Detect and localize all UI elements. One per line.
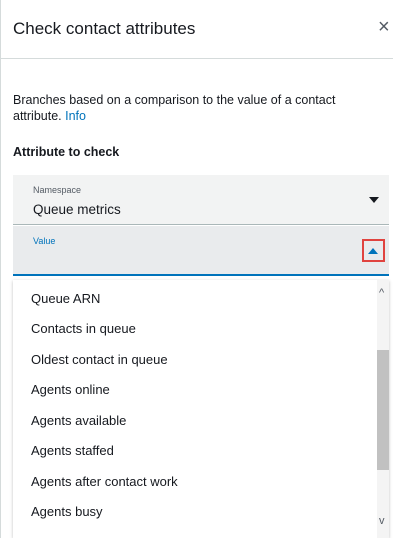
- panel-header: Check contact attributes ×: [1, 0, 393, 59]
- option-agents-available[interactable]: Agents available: [31, 413, 126, 428]
- scroll-down-icon[interactable]: v: [379, 516, 385, 527]
- chevron-up-icon: [368, 248, 378, 254]
- options-scrollbar[interactable]: ^ v: [377, 280, 389, 538]
- scroll-up-icon[interactable]: ^: [379, 288, 384, 299]
- panel-description: Branches based on a comparison to the va…: [13, 92, 385, 124]
- scrollbar-thumb[interactable]: [377, 350, 389, 470]
- namespace-value: Queue metrics: [33, 202, 121, 217]
- namespace-label: Namespace: [33, 185, 82, 195]
- value-options-list: Queue ARN Contacts in queue Oldest conta…: [13, 280, 389, 538]
- chevron-down-icon[interactable]: [369, 197, 379, 203]
- option-oldest-contact-in-queue[interactable]: Oldest contact in queue: [31, 352, 168, 367]
- panel-title: Check contact attributes: [13, 19, 196, 38]
- attribute-to-check-label: Attribute to check: [13, 145, 120, 159]
- option-agents-busy[interactable]: Agents busy: [31, 504, 103, 519]
- option-agents-online[interactable]: Agents online: [31, 382, 110, 397]
- value-select[interactable]: Value: [13, 226, 389, 276]
- option-agents-staffed[interactable]: Agents staffed: [31, 443, 114, 458]
- option-queue-arn[interactable]: Queue ARN: [31, 291, 100, 306]
- info-link[interactable]: Info: [65, 109, 86, 123]
- namespace-select[interactable]: Namespace Queue metrics: [13, 175, 389, 225]
- close-icon[interactable]: ×: [378, 17, 390, 37]
- value-dropdown-toggle[interactable]: [362, 239, 385, 262]
- option-agents-after-contact-work[interactable]: Agents after contact work: [31, 474, 178, 489]
- option-contacts-in-queue[interactable]: Contacts in queue: [31, 321, 136, 336]
- description-text: Branches based on a comparison to the va…: [13, 93, 336, 123]
- check-contact-attributes-panel: Check contact attributes × Branches base…: [0, 0, 393, 538]
- value-label: Value: [33, 236, 56, 246]
